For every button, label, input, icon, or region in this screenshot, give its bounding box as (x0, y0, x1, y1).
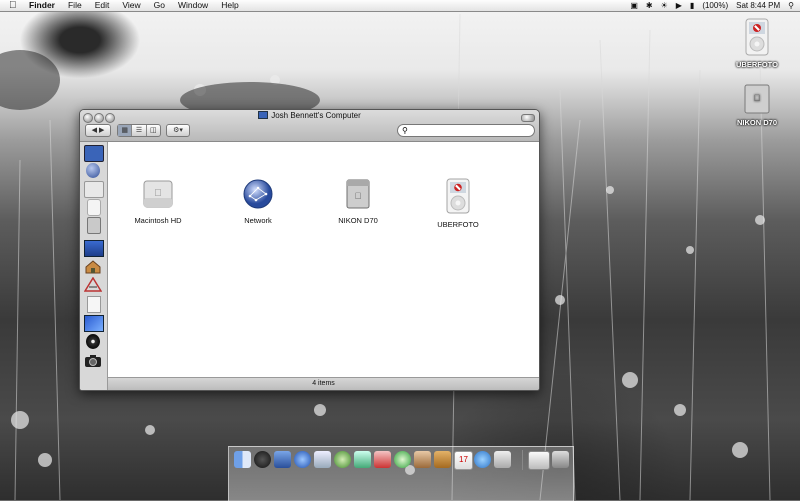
ipod-icon (727, 18, 787, 58)
hard-drive-icon[interactable] (84, 181, 104, 198)
dreamweaver-icon[interactable] (394, 451, 411, 468)
battery-icon[interactable]: ▮ (690, 0, 694, 11)
spotlight-icon[interactable]: ⚲ (788, 0, 794, 11)
desktop-folder-icon[interactable] (84, 240, 104, 257)
system-preferences-icon[interactable] (494, 451, 511, 468)
item-label: NIKON D70 (338, 216, 378, 225)
home-icon[interactable] (84, 259, 102, 274)
network-globe-icon (223, 178, 293, 212)
dock-separator (522, 450, 523, 470)
item-nikon-d70[interactable]:  NIKON D70 (323, 178, 393, 225)
menu-go[interactable]: Go (154, 0, 165, 11)
volume-icon[interactable]: ▶ (676, 0, 682, 11)
menu-app-finder[interactable]: Finder (29, 0, 55, 11)
trash-icon[interactable] (552, 451, 569, 468)
toolbar-toggle-button[interactable] (521, 114, 535, 122)
svg-text::  (154, 188, 162, 199)
item-label: UBERFOTO (437, 220, 479, 229)
finder-icon[interactable] (234, 451, 251, 468)
menu-help[interactable]: Help (221, 0, 238, 11)
desktop-icon-label: UBERFOTO (736, 60, 778, 69)
menu-view[interactable]: View (122, 0, 140, 11)
window-title: Josh Bennett's Computer (271, 111, 361, 120)
item-uberfoto[interactable]: UBERFOTO (423, 178, 493, 229)
finder-window: Josh Bennett's Computer ◀ ▶ ▦ ☰ ◫ ⚙▾ ⚲ M… (79, 109, 540, 391)
mail-icon[interactable] (274, 451, 291, 468)
itunes-icon[interactable] (334, 451, 351, 468)
column-view-icon[interactable]: ◫ (145, 125, 160, 136)
item-count: 4 items (312, 380, 335, 387)
apple-menu-icon[interactable]:  (9, 0, 19, 11)
preview-icon[interactable] (414, 451, 431, 468)
minimized-window-icon[interactable] (528, 451, 550, 470)
bluetooth-icon[interactable]: ✱ (646, 0, 653, 11)
menu-file[interactable]: File (68, 0, 82, 11)
ipod-icon[interactable] (87, 199, 101, 216)
menu-bar:  Finder File Edit View Go Window Help ▣… (0, 0, 800, 12)
external-drive-icon[interactable] (87, 217, 101, 234)
menu-window[interactable]: Window (178, 0, 208, 11)
back-arrow-icon[interactable]: ◀ (92, 127, 97, 134)
item-macintosh-hd[interactable]:  Macintosh HD (123, 178, 193, 225)
list-view-icon[interactable]: ☰ (131, 125, 145, 136)
pictures-icon[interactable] (84, 353, 102, 368)
calendar-icon[interactable]: 17 (454, 451, 473, 470)
search-icon: ⚲ (402, 126, 408, 135)
music-icon[interactable] (86, 334, 100, 349)
item-label: Network (244, 216, 272, 225)
battery-percent[interactable]: (100%) (702, 0, 728, 11)
ichat-icon[interactable] (354, 451, 371, 468)
forward-arrow-icon[interactable]: ▶ (99, 127, 104, 134)
menu-extras: ▣ ✱ ☀ ▶ ▮ (100%) Sat 8:44 PM ⚲ (630, 0, 800, 11)
search-field[interactable]: ⚲ (397, 124, 535, 137)
action-menu-button[interactable]: ⚙▾ (166, 124, 190, 137)
computer-icon (258, 111, 269, 119)
hard-drive-icon:  (123, 178, 193, 212)
item-label: Macintosh HD (134, 216, 182, 225)
display-icon[interactable]: ▣ (630, 0, 638, 11)
movies-icon[interactable] (84, 315, 104, 332)
ical-icon[interactable] (314, 451, 331, 468)
window-toolbar: Josh Bennett's Computer ◀ ▶ ▦ ☰ ◫ ⚙▾ ⚲ (80, 110, 539, 142)
desktop-icon-uberfoto[interactable]: UBERFOTO (727, 18, 787, 69)
item-network[interactable]: Network (223, 178, 293, 225)
window-title-bar[interactable]: Josh Bennett's Computer (80, 111, 539, 120)
menu-edit[interactable]: Edit (95, 0, 110, 11)
svg-text::  (754, 93, 761, 103)
external-drive-icon:  (727, 84, 787, 116)
safari-icon[interactable] (294, 451, 311, 468)
file-view:  Macintosh HD Network  (108, 142, 539, 378)
computer-icon[interactable] (84, 145, 104, 162)
address-book-icon[interactable] (434, 451, 451, 468)
view-mode-buttons: ▦ ☰ ◫ (117, 124, 161, 137)
wifi-icon[interactable]: ☀ (661, 0, 668, 11)
ichat-bubbles-icon[interactable] (474, 451, 491, 468)
iphoto-icon[interactable] (374, 451, 391, 468)
ipod-icon (423, 178, 493, 216)
applications-icon[interactable] (83, 276, 103, 292)
documents-icon[interactable] (87, 296, 101, 313)
back-forward-buttons[interactable]: ◀ ▶ (85, 124, 111, 137)
dashboard-icon[interactable] (254, 451, 271, 468)
icon-view-icon[interactable]: ▦ (118, 125, 132, 136)
clock[interactable]: Sat 8:44 PM (736, 0, 780, 11)
gear-icon: ⚙▾ (173, 127, 183, 134)
desktop-icon-label: NIKON D70 (736, 118, 777, 127)
dock: 17 (228, 446, 574, 501)
status-bar: 4 items (108, 377, 539, 390)
desktop-icon-nikon-d70[interactable]:  NIKON D70 (727, 84, 787, 127)
external-drive-icon:  (323, 178, 393, 212)
sidebar (80, 142, 108, 390)
svg-text::  (355, 191, 362, 201)
network-globe-icon[interactable] (86, 163, 100, 178)
